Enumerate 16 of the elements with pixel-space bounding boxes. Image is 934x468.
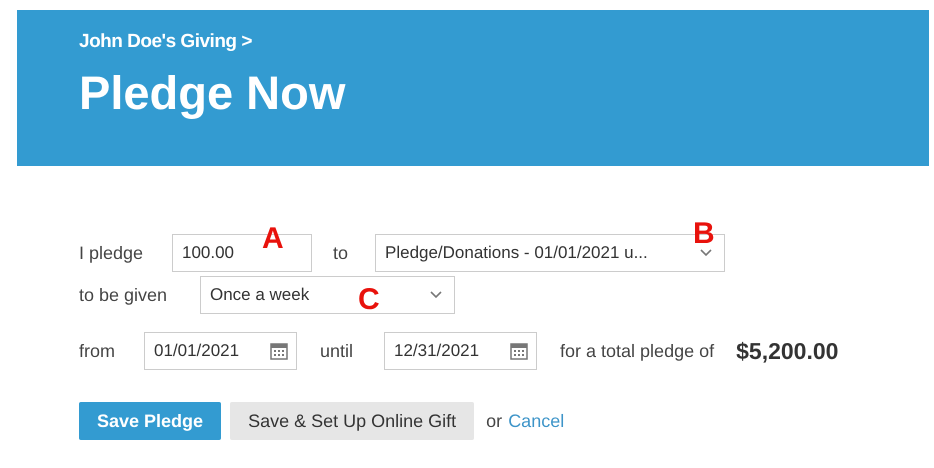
save-and-setup-gift-button[interactable]: Save & Set Up Online Gift: [230, 402, 474, 440]
total-amount: $5,200.00: [736, 336, 838, 366]
field-label: I pledge: [79, 242, 144, 265]
field-label: for a total pledge of: [560, 340, 714, 363]
field-label: until: [320, 340, 354, 362]
field-label: to: [333, 242, 350, 264]
or-text: or: [486, 410, 502, 432]
field-label: from: [79, 340, 116, 362]
date-field[interactable]: 01/01/2021: [144, 332, 297, 370]
chevron-down-icon: [430, 291, 442, 299]
annotation-label: C: [358, 285, 380, 315]
field-label: to be given: [79, 284, 168, 307]
date-field[interactable]: 12/31/2021: [384, 332, 537, 370]
calendar-icon: [270, 342, 288, 360]
calendar-icon: [510, 342, 528, 360]
chevron-down-icon: [700, 249, 712, 257]
